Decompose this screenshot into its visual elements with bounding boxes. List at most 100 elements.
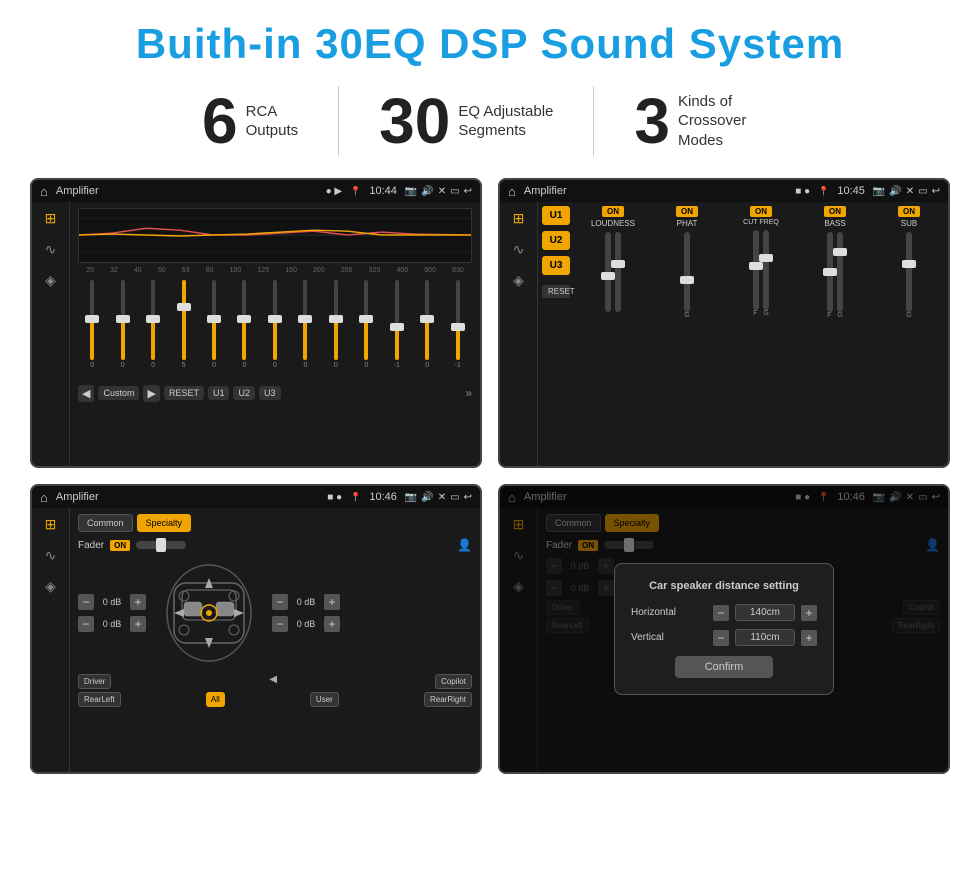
eq-content: ⊞ ∿ ◈ <box>32 202 480 466</box>
eq-slider-11[interactable]: 0 <box>418 278 436 378</box>
eq-slider-8[interactable]: 0 <box>327 278 345 378</box>
eq-reset-button[interactable]: RESET <box>164 386 204 400</box>
car-diagram-svg <box>154 558 264 668</box>
dialog-vertical-row: Vertical − 110cm + <box>631 629 817 646</box>
fader-app-title: Amplifier <box>56 491 319 503</box>
eq-curve <box>78 208 472 263</box>
crossover-window-icon: ▭ <box>918 186 927 197</box>
crossover-icon-2[interactable]: ∿ <box>513 241 525 258</box>
fader-icon-1[interactable]: ⊞ <box>45 516 57 533</box>
crossover-icon-1[interactable]: ⊞ <box>513 210 525 227</box>
crossover-status-icons: 📷 🔊 ✕ ▭ ↩ <box>873 186 940 197</box>
fader-user-icon[interactable]: 👤 <box>457 538 472 552</box>
loudness-slider-2[interactable] <box>615 232 621 312</box>
eq-time: 10:44 <box>369 185 397 197</box>
crossover-cols-area: ON LOUDNESS <box>574 202 948 466</box>
bass-slider-1[interactable] <box>827 232 833 312</box>
u1-button[interactable]: U1 <box>542 206 570 225</box>
fader-icon-2[interactable]: ∿ <box>45 547 57 564</box>
fader-close-icon: ✕ <box>438 492 446 503</box>
crossover-loudness: ON LOUDNESS <box>583 206 643 462</box>
vertical-value: 110cm <box>735 629 795 646</box>
eq-u1-button[interactable]: U1 <box>208 386 230 400</box>
vol3-minus[interactable]: − <box>272 594 288 610</box>
stat-eq: 30 EQ AdjustableSegments <box>339 89 593 153</box>
eq-location-icon: 📍 <box>350 186 361 197</box>
fader-slider[interactable] <box>136 541 186 549</box>
crossover-reset-button[interactable]: RESET <box>542 285 570 298</box>
eq-slider-12[interactable]: -1 <box>449 278 467 378</box>
bass-slider-2[interactable] <box>837 232 843 312</box>
vol4-minus[interactable]: − <box>272 616 288 632</box>
sub-on: ON <box>898 206 920 217</box>
rearleft-button[interactable]: RearLeft <box>78 692 121 707</box>
sub-slider[interactable] <box>906 232 912 312</box>
vertical-minus[interactable]: − <box>713 630 729 646</box>
eq-prev-button[interactable]: ◀ <box>78 385 94 402</box>
vol2-plus[interactable]: + <box>130 616 146 632</box>
eq-slider-7[interactable]: 0 <box>296 278 314 378</box>
fader-text: Fader <box>78 540 104 551</box>
vol1-minus[interactable]: − <box>78 594 94 610</box>
eq-custom-button[interactable]: Custom <box>98 386 139 400</box>
fader-on-badge: ON <box>110 540 130 551</box>
crossover-side-icons: ⊞ ∿ ◈ <box>500 202 538 466</box>
fader-time: 10:46 <box>369 491 397 503</box>
cutfreq-slider-2[interactable] <box>763 230 769 310</box>
phat-slider[interactable] <box>684 232 690 312</box>
copilot-button[interactable]: Copilot <box>435 674 472 689</box>
eq-bottom-bar: ◀ Custom ▶ RESET U1 U2 U3 » <box>78 382 472 404</box>
horizontal-plus[interactable]: + <box>801 605 817 621</box>
vol-row-3: − 0 dB + <box>272 594 340 610</box>
eq-slider-9[interactable]: 0 <box>357 278 375 378</box>
loudness-slider-1[interactable] <box>605 232 611 312</box>
stat-crossover: 3 Kinds ofCrossover Modes <box>594 89 818 153</box>
all-button[interactable]: All <box>206 692 225 707</box>
eq-slider-2[interactable]: 0 <box>144 278 162 378</box>
eq-slider-6[interactable]: 0 <box>266 278 284 378</box>
fader-icon-3[interactable]: ◈ <box>45 578 56 595</box>
phat-on: ON <box>676 206 698 217</box>
crossover-camera-icon: 📷 <box>873 186 885 197</box>
eq-slider-4[interactable]: 0 <box>205 278 223 378</box>
eq-icon-1[interactable]: ⊞ <box>45 210 57 227</box>
dialog-overlay: Car speaker distance setting Horizontal … <box>500 486 948 772</box>
tab-specialty[interactable]: Specialty <box>137 514 192 532</box>
vol3-plus[interactable]: + <box>324 594 340 610</box>
eq-slider-5[interactable]: 0 <box>235 278 253 378</box>
eq-u2-button[interactable]: U2 <box>233 386 255 400</box>
rearright-button[interactable]: RearRight <box>424 692 472 707</box>
eq-u3-button[interactable]: U3 <box>259 386 281 400</box>
cutfreq-slider-1[interactable] <box>753 230 759 310</box>
user-button[interactable]: User <box>310 692 339 707</box>
vol1-plus[interactable]: + <box>130 594 146 610</box>
vol4-plus[interactable]: + <box>324 616 340 632</box>
crossover-back-icon: ↩ <box>932 186 940 197</box>
fader-bottom-buttons: Driver ◀ Copilot <box>78 674 472 689</box>
eq-icon-3[interactable]: ◈ <box>45 272 56 289</box>
horizontal-value: 140cm <box>735 604 795 621</box>
eq-volume-icon: 🔊 <box>421 186 433 197</box>
vol-row-1: − 0 dB + <box>78 594 146 610</box>
crossover-icon-3[interactable]: ◈ <box>513 272 524 289</box>
eq-slider-1[interactable]: 0 <box>114 278 132 378</box>
tab-common[interactable]: Common <box>78 514 133 532</box>
crossover-volume-icon: 🔊 <box>889 186 901 197</box>
horizontal-minus[interactable]: − <box>713 605 729 621</box>
eq-slider-3[interactable]: 5 <box>175 278 193 378</box>
u3-button[interactable]: U3 <box>542 256 570 275</box>
confirm-button[interactable]: Confirm <box>675 656 774 678</box>
eq-play-button[interactable]: ▶ <box>143 385 159 402</box>
driver-button[interactable]: Driver <box>78 674 111 689</box>
u2-button[interactable]: U2 <box>542 231 570 250</box>
eq-slider-10[interactable]: -1 <box>388 278 406 378</box>
horizontal-label: Horizontal <box>631 607 707 618</box>
vertical-plus[interactable]: + <box>801 630 817 646</box>
fader-back-icon: ↩ <box>464 492 472 503</box>
fader-main-area: Common Specialty Fader ON 👤 <box>70 508 480 772</box>
eq-camera-icon: 📷 <box>405 186 417 197</box>
eq-icon-2[interactable]: ∿ <box>45 241 57 258</box>
fader-status-icons: 📷 🔊 ✕ ▭ ↩ <box>405 492 472 503</box>
vol2-minus[interactable]: − <box>78 616 94 632</box>
eq-slider-0[interactable]: 0 <box>83 278 101 378</box>
